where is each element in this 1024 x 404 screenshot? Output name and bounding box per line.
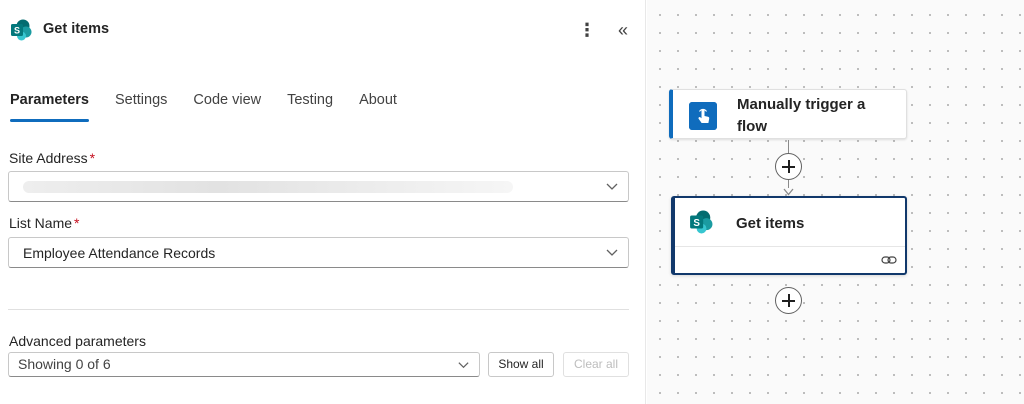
tab-parameters[interactable]: Parameters xyxy=(10,90,89,124)
tab-settings[interactable]: Settings xyxy=(115,90,167,124)
link-icon[interactable] xyxy=(881,253,897,267)
trigger-node[interactable]: Manually trigger a flow xyxy=(669,89,907,139)
list-name-dropdown[interactable]: Employee Attendance Records xyxy=(8,237,629,268)
required-mark: * xyxy=(74,215,80,231)
tab-about[interactable]: About xyxy=(359,90,397,124)
panel-header: S Get items ⋮ « xyxy=(0,0,646,60)
trigger-node-title: Manually trigger a flow xyxy=(737,96,866,135)
arrow-down-icon xyxy=(783,188,794,196)
redacted-site-address xyxy=(23,181,513,193)
sharepoint-icon: S xyxy=(690,210,713,234)
get-items-node-title: Get items xyxy=(736,215,805,232)
tab-list: Parameters Settings Code view Testing Ab… xyxy=(10,90,423,124)
add-step-button[interactable] xyxy=(775,153,802,180)
section-divider xyxy=(8,309,629,310)
list-name-label: List Name * xyxy=(9,215,79,231)
panel-title: Get items xyxy=(43,21,110,37)
collapse-panel-icon[interactable]: « xyxy=(612,18,634,42)
sharepoint-icon: S xyxy=(11,19,32,41)
show-all-button[interactable]: Show all xyxy=(488,352,554,377)
svg-text:S: S xyxy=(693,218,700,229)
chevron-down-icon xyxy=(458,362,469,369)
list-name-label-text: List Name xyxy=(9,215,73,231)
svg-text:S: S xyxy=(14,26,20,36)
required-mark: * xyxy=(89,150,96,166)
chevron-down-icon xyxy=(606,249,618,256)
node-divider xyxy=(675,246,905,247)
get-items-node[interactable]: S Get items xyxy=(671,196,907,275)
advanced-parameters-select[interactable]: Showing 0 of 6 xyxy=(8,352,480,377)
tab-code-view[interactable]: Code view xyxy=(193,90,261,124)
action-details-panel: S Get items ⋮ « Parameters Settings Code… xyxy=(0,0,646,404)
advanced-parameters-label: Advanced parameters xyxy=(9,333,146,349)
chevron-down-icon xyxy=(606,183,618,190)
manual-trigger-icon xyxy=(689,102,717,130)
list-name-value: Employee Attendance Records xyxy=(23,245,216,261)
site-address-label-text: Site Address xyxy=(9,150,88,166)
flow-canvas[interactable]: Manually trigger a flow S Get items xyxy=(647,0,1024,404)
add-step-button[interactable] xyxy=(775,287,802,314)
tab-testing[interactable]: Testing xyxy=(287,90,333,124)
advanced-parameters-value: Showing 0 of 6 xyxy=(18,356,111,372)
clear-all-button[interactable]: Clear all xyxy=(563,352,629,377)
more-options-icon[interactable]: ⋮ xyxy=(578,18,596,42)
site-address-label: Site Address * xyxy=(9,150,95,166)
site-address-dropdown[interactable] xyxy=(8,171,629,202)
